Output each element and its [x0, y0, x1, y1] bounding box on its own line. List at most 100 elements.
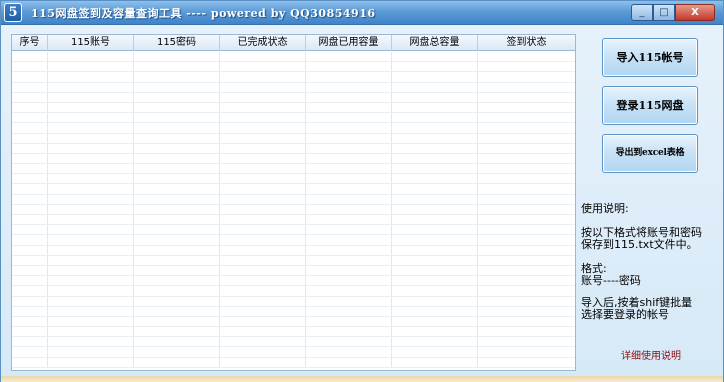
table-cell[interactable] — [478, 174, 575, 183]
table-cell[interactable] — [306, 296, 392, 306]
table-cell[interactable] — [220, 92, 306, 102]
table-cell[interactable] — [392, 215, 478, 225]
table-cell[interactable] — [478, 205, 575, 214]
table-cell[interactable] — [134, 215, 220, 225]
table-cell[interactable] — [306, 52, 392, 62]
table-row[interactable] — [12, 357, 575, 368]
table-cell[interactable] — [306, 235, 392, 245]
table-cell[interactable] — [220, 194, 306, 204]
table-cell[interactable] — [392, 52, 478, 62]
table-cell[interactable] — [478, 266, 575, 275]
table-cell[interactable] — [306, 62, 392, 72]
table-cell[interactable] — [48, 347, 134, 357]
table-cell[interactable] — [134, 174, 220, 184]
table-cell[interactable] — [392, 347, 478, 357]
table-cell[interactable] — [48, 337, 134, 347]
table-cell[interactable] — [306, 347, 392, 357]
table-cell[interactable] — [48, 245, 134, 255]
table-cell[interactable] — [478, 215, 575, 224]
table-cell[interactable] — [12, 164, 48, 174]
table-cell[interactable] — [12, 153, 48, 164]
table-cell[interactable] — [134, 255, 220, 265]
table-cell[interactable] — [306, 72, 392, 82]
table-cell[interactable] — [48, 102, 134, 113]
table-cell[interactable] — [220, 286, 306, 296]
table-row[interactable] — [12, 327, 575, 338]
table-cell[interactable] — [220, 245, 306, 255]
table-cell[interactable] — [392, 225, 478, 235]
table-cell[interactable] — [48, 174, 134, 184]
table-cell[interactable] — [306, 82, 392, 92]
table-cell[interactable] — [306, 113, 392, 123]
table-cell[interactable] — [392, 82, 478, 92]
table-cell[interactable] — [478, 144, 575, 153]
table-cell[interactable] — [478, 154, 575, 163]
table-row[interactable] — [12, 255, 575, 266]
column-header-completed-status[interactable]: 已完成状态 — [220, 35, 306, 51]
table-cell[interactable] — [392, 143, 478, 153]
table-cell[interactable] — [12, 194, 48, 204]
table-cell[interactable] — [48, 316, 134, 327]
table-cell[interactable] — [134, 204, 220, 214]
table-cell[interactable] — [392, 296, 478, 306]
table-row[interactable] — [12, 123, 575, 134]
table-cell[interactable] — [48, 327, 134, 337]
table-cell[interactable] — [392, 174, 478, 184]
column-header-index[interactable]: 序号 — [12, 35, 48, 51]
export-excel-button[interactable]: 导出到excel表格 — [602, 134, 698, 173]
table-cell[interactable] — [48, 143, 134, 153]
table-cell[interactable] — [220, 62, 306, 72]
table-cell[interactable] — [392, 337, 478, 347]
table-cell[interactable] — [134, 276, 220, 286]
table-row[interactable] — [12, 316, 575, 328]
table-cell[interactable] — [48, 194, 134, 204]
table-cell[interactable] — [12, 204, 48, 214]
table-cell[interactable] — [392, 286, 478, 296]
table-cell[interactable] — [48, 82, 134, 92]
table-cell[interactable] — [134, 265, 220, 276]
table-cell[interactable] — [220, 204, 306, 214]
table-cell[interactable] — [306, 174, 392, 184]
table-cell[interactable] — [48, 164, 134, 174]
column-header-used-capacity[interactable]: 网盘已用容量 — [306, 35, 392, 51]
table-cell[interactable] — [220, 337, 306, 347]
table-cell[interactable] — [220, 357, 306, 367]
table-cell[interactable] — [48, 225, 134, 235]
table-cell[interactable] — [48, 92, 134, 102]
table-cell[interactable] — [478, 297, 575, 306]
table-cell[interactable] — [220, 327, 306, 337]
column-header-account[interactable]: 115账号 — [48, 35, 134, 51]
login-button[interactable]: 登录115网盘 — [602, 86, 698, 125]
table-cell[interactable] — [220, 255, 306, 265]
import-accounts-button[interactable]: 导入115帐号 — [602, 38, 698, 77]
table-cell[interactable] — [12, 327, 48, 337]
table-cell[interactable] — [48, 306, 134, 316]
table-cell[interactable] — [306, 184, 392, 194]
table-row[interactable] — [12, 194, 575, 205]
table-cell[interactable] — [306, 316, 392, 327]
table-cell[interactable] — [392, 184, 478, 194]
table-cell[interactable] — [220, 215, 306, 225]
table-cell[interactable] — [48, 265, 134, 276]
table-cell[interactable] — [392, 164, 478, 174]
table-cell[interactable] — [48, 72, 134, 82]
table-cell[interactable] — [478, 195, 575, 204]
table-row[interactable] — [12, 215, 575, 226]
table-cell[interactable] — [392, 133, 478, 143]
table-cell[interactable] — [392, 123, 478, 133]
table-cell[interactable] — [478, 347, 575, 356]
column-header-signin-status[interactable]: 签到状态 — [478, 35, 575, 51]
table-cell[interactable] — [134, 184, 220, 194]
table-row[interactable] — [12, 164, 575, 175]
table-cell[interactable] — [12, 347, 48, 357]
table-cell[interactable] — [478, 62, 575, 71]
table-cell[interactable] — [478, 93, 575, 102]
table-cell[interactable] — [306, 153, 392, 164]
table-row[interactable] — [12, 245, 575, 256]
table-cell[interactable] — [12, 245, 48, 255]
table-cell[interactable] — [134, 194, 220, 204]
table-cell[interactable] — [306, 123, 392, 133]
table-cell[interactable] — [392, 204, 478, 214]
table-cell[interactable] — [392, 316, 478, 327]
table-cell[interactable] — [478, 358, 575, 367]
